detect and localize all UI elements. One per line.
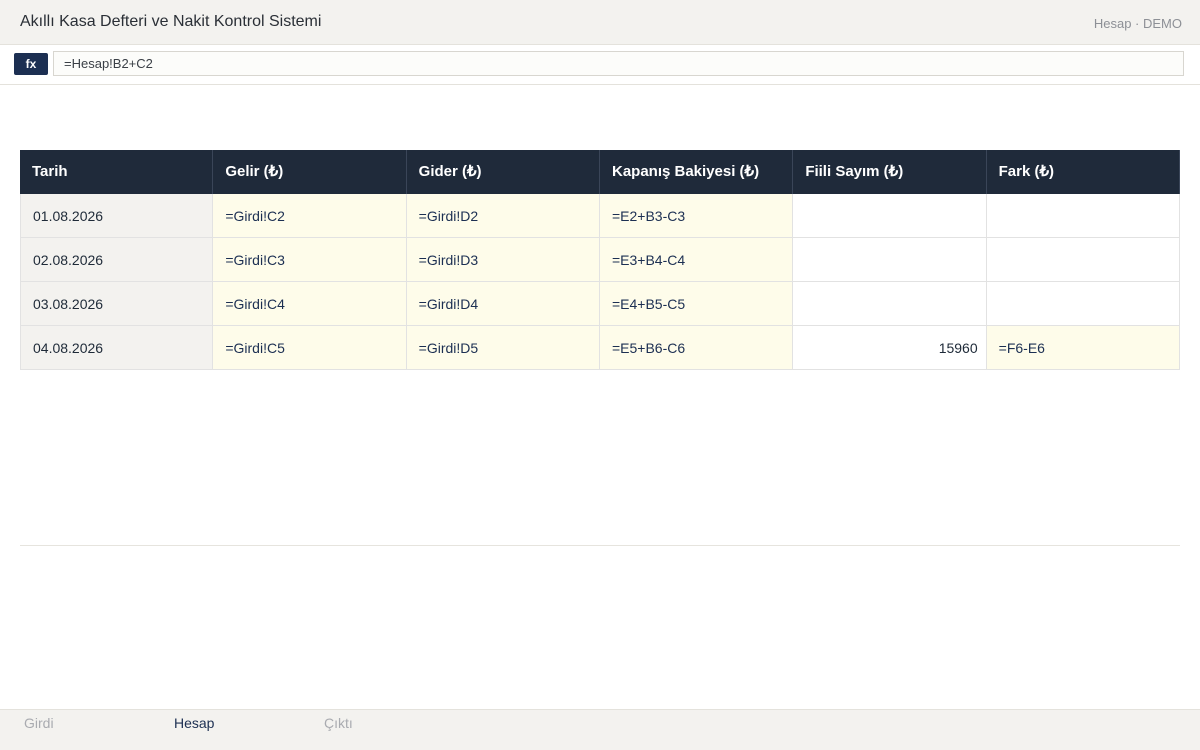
cell-closing-balance[interactable]: =E4+B5-C5 bbox=[599, 282, 794, 326]
cell-closing-balance[interactable]: =E2+B3-C3 bbox=[599, 194, 794, 238]
cell-actual-count[interactable]: 15960 bbox=[793, 326, 987, 370]
cell-difference[interactable] bbox=[986, 282, 1180, 326]
header-row: Tarih Gelir (₺) Gider (₺) Kapanış Bakiye… bbox=[20, 150, 1180, 194]
table-row: 03.08.2026 =Girdi!C4 =Girdi!D4 =E4+B5-C5 bbox=[20, 282, 1180, 326]
spreadsheet-grid: Tarih Gelir (₺) Gider (₺) Kapanış Bakiye… bbox=[20, 150, 1180, 370]
tab-cikti[interactable]: Çıktı bbox=[324, 715, 353, 731]
table-row: 02.08.2026 =Girdi!C3 =Girdi!D3 =E3+B4-C4 bbox=[20, 238, 1180, 282]
sheet-tab-bar: Girdi Hesap Çıktı bbox=[0, 709, 1200, 750]
cell-expense[interactable]: =Girdi!D5 bbox=[406, 326, 600, 370]
formula-input[interactable]: =Hesap!B2+C2 bbox=[53, 51, 1184, 76]
cell-expense[interactable]: =Girdi!D4 bbox=[406, 282, 600, 326]
cell-actual-count[interactable] bbox=[793, 238, 987, 282]
sheet-label: Hesap · DEMO bbox=[1093, 16, 1182, 31]
cell-income[interactable]: =Girdi!C4 bbox=[213, 282, 407, 326]
cell-income[interactable]: =Girdi!C5 bbox=[213, 326, 407, 370]
cell-actual-count[interactable] bbox=[793, 282, 987, 326]
cell-income[interactable]: =Girdi!C3 bbox=[213, 238, 407, 282]
column-header-difference[interactable]: Fark (₺) bbox=[986, 150, 1180, 194]
cell-date[interactable]: 03.08.2026 bbox=[20, 282, 214, 326]
tab-girdi[interactable]: Girdi bbox=[24, 715, 54, 731]
column-header-actual-count[interactable]: Fiili Sayım (₺) bbox=[793, 150, 987, 194]
cell-date[interactable]: 04.08.2026 bbox=[20, 326, 214, 370]
table-row: 01.08.2026 =Girdi!C2 =Girdi!D2 =E2+B3-C3 bbox=[20, 194, 1180, 238]
cell-closing-balance[interactable]: =E5+B6-C6 bbox=[599, 326, 794, 370]
title-bar: Akıllı Kasa Defteri ve Nakit Kontrol Sis… bbox=[0, 0, 1200, 45]
tab-hesap[interactable]: Hesap bbox=[174, 715, 214, 731]
cell-income[interactable]: =Girdi!C2 bbox=[213, 194, 407, 238]
cell-expense[interactable]: =Girdi!D3 bbox=[406, 238, 600, 282]
column-header-income[interactable]: Gelir (₺) bbox=[213, 150, 407, 194]
table-row: 04.08.2026 =Girdi!C5 =Girdi!D5 =E5+B6-C6… bbox=[20, 326, 1180, 370]
cell-difference[interactable]: =F6-E6 bbox=[986, 326, 1180, 370]
cell-difference[interactable] bbox=[986, 194, 1180, 238]
cell-difference[interactable] bbox=[986, 238, 1180, 282]
column-header-date[interactable]: Tarih bbox=[20, 150, 214, 194]
cell-date[interactable]: 01.08.2026 bbox=[20, 194, 214, 238]
column-header-closing-balance[interactable]: Kapanış Bakiyesi (₺) bbox=[599, 150, 794, 194]
divider bbox=[20, 545, 1180, 546]
cell-actual-count[interactable] bbox=[793, 194, 987, 238]
column-header-expense[interactable]: Gider (₺) bbox=[406, 150, 600, 194]
cell-expense[interactable]: =Girdi!D2 bbox=[406, 194, 600, 238]
fx-button[interactable]: fx bbox=[14, 53, 48, 75]
app-title: Akıllı Kasa Defteri ve Nakit Kontrol Sis… bbox=[20, 13, 322, 30]
cell-closing-balance[interactable]: =E3+B4-C4 bbox=[599, 238, 794, 282]
formula-bar: fx =Hesap!B2+C2 bbox=[0, 45, 1200, 85]
cell-date[interactable]: 02.08.2026 bbox=[20, 238, 214, 282]
